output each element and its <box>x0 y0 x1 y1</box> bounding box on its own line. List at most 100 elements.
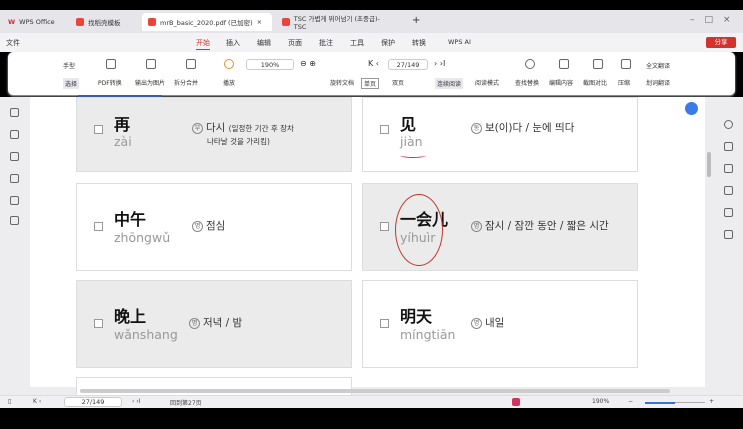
zoom-out-button[interactable]: − <box>628 398 633 405</box>
assistant-icon[interactable] <box>685 102 698 115</box>
share-button[interactable]: 分享 <box>706 37 736 48</box>
export-image-button[interactable]: 输出为图片 <box>135 78 165 87</box>
file-menu[interactable]: 文件 <box>6 38 20 48</box>
toolbar: 手型 选择 PDF转换 输出为图片 拆分合并 播放 190% ⊖ ⊕ 旋转文档 … <box>8 52 735 95</box>
vocab-card: 晚上 wǎnshang 명 저녁 / 밤 <box>76 280 352 368</box>
transform-icon[interactable] <box>724 208 733 217</box>
menu-protect[interactable]: 保护 <box>381 38 395 48</box>
zoom-out-icon[interactable]: ⊖ ⊕ <box>300 59 316 68</box>
double-page-button[interactable]: 双页 <box>392 78 404 87</box>
split-merge-button[interactable]: 拆分合并 <box>174 78 198 87</box>
checkbox[interactable] <box>94 125 103 134</box>
horizontal-scrollbar[interactable] <box>80 389 670 393</box>
page-input[interactable]: 27/149 <box>64 397 122 407</box>
zoom-select[interactable]: 190% <box>246 59 294 70</box>
edit-content-button[interactable]: 编辑内容 <box>549 78 573 87</box>
zoom-in-button[interactable]: + <box>709 398 714 405</box>
attachment-icon[interactable] <box>10 174 19 183</box>
menu-bar: 文件 开始 插入 编辑 页面 批注 工具 保护 转换 WPS AI 分享 <box>0 33 743 52</box>
wps-ai-button[interactable]: WPS AI <box>448 38 471 46</box>
tab-bar: W WPS Office 找稻壳模板 mrB_basic_2020.pdf (已加… <box>0 10 743 33</box>
first-page-icon[interactable]: K ‹ <box>33 398 41 405</box>
checkbox[interactable] <box>94 319 103 328</box>
menu-annotate[interactable]: 批注 <box>319 38 333 48</box>
compare-button[interactable]: 截图对比 <box>583 78 607 87</box>
new-tab-button[interactable]: + <box>412 15 420 26</box>
menu-edit[interactable]: 编辑 <box>257 38 271 48</box>
annotation-circle <box>395 194 443 266</box>
thumbnail-icon[interactable] <box>10 130 19 139</box>
checkbox[interactable] <box>94 222 103 231</box>
status-bar: ▯ K ‹ 27/149 › ›I 回到第27页 190% − + <box>0 395 743 408</box>
annotation-underline <box>400 153 426 158</box>
menu-home[interactable]: 开始 <box>196 38 210 50</box>
find-replace-button[interactable]: 查找替换 <box>515 78 539 87</box>
menu-insert[interactable]: 插入 <box>226 38 240 48</box>
meaning: 명 내일 <box>471 317 504 330</box>
play-icon[interactable] <box>512 398 520 406</box>
tab-pdf[interactable]: mrB_basic_2020.pdf (已加密) × <box>142 13 272 31</box>
menu-page[interactable]: 页面 <box>288 38 302 48</box>
checkbox[interactable] <box>380 125 389 134</box>
menu-tools[interactable]: 工具 <box>350 38 364 48</box>
layers-icon[interactable] <box>10 216 19 225</box>
pdf-convert-icon <box>106 59 116 69</box>
window-controls[interactable]: –□× <box>690 15 741 25</box>
compare-icon <box>593 59 603 69</box>
compress-button[interactable]: 压缩 <box>618 78 630 87</box>
meaning: 명 저녁 / 밤 <box>189 317 242 330</box>
split-merge-icon <box>186 59 196 69</box>
bookmark-icon[interactable] <box>10 108 19 117</box>
menu-convert[interactable]: 转换 <box>412 38 426 48</box>
vertical-scrollbar[interactable] <box>707 152 711 177</box>
checkbox[interactable] <box>380 319 389 328</box>
properties-icon[interactable] <box>724 142 733 151</box>
rotate-button[interactable]: 旋转文档 <box>330 78 354 87</box>
hand-tool[interactable]: 手型 <box>63 61 75 70</box>
search-icon[interactable] <box>724 120 733 129</box>
meaning: 부 다시 (일정한 기간 후 장차 나타날 것을 가리킴) <box>192 122 294 148</box>
export-image-icon <box>146 59 156 69</box>
vocab-card <box>76 377 352 397</box>
comment-icon[interactable] <box>10 152 19 161</box>
prev-page-icon[interactable]: K ‹ <box>368 59 379 68</box>
checkbox[interactable] <box>380 222 389 231</box>
tab-template[interactable]: 找稻壳模板 <box>70 13 127 31</box>
zoom-slider[interactable] <box>645 402 705 404</box>
doc-icon <box>76 18 84 26</box>
word-translate-button[interactable]: 划词翻译 <box>646 78 670 87</box>
search-icon <box>525 59 535 69</box>
vocab-card: 再 zài 부 다시 (일정한 기간 후 장차 나타날 것을 가리킴) <box>76 97 352 172</box>
next-page-icon[interactable]: › ›I <box>434 59 445 68</box>
vocab-card: 见 jiàn 동 보(이)다 / 눈에 띄다 <box>362 97 638 172</box>
play-button[interactable]: 播放 <box>223 78 235 87</box>
compress-icon <box>621 59 631 69</box>
vocab-card: 中午 zhōngwǔ 명 점심 <box>76 183 352 271</box>
pdf-page: 再 zài 부 다시 (일정한 기간 후 장차 나타날 것을 가리킴) 见 jiàn… <box>30 95 711 397</box>
pdf-icon <box>282 18 290 26</box>
vocab-card: 一会儿 yíhuìr 명 잠시 / 잠깐 동안 / 짧은 시간 <box>362 183 638 271</box>
wps-logo-icon: W <box>8 18 16 26</box>
tab-wps-office[interactable]: W WPS Office <box>2 13 61 31</box>
meaning: 명 점심 <box>192 220 225 233</box>
meaning: 동 보(이)다 / 눈에 띄다 <box>471 122 574 135</box>
goto-page-link[interactable]: 回到第27页 <box>170 398 202 407</box>
page-input[interactable]: 27/149 <box>388 59 428 70</box>
continuous-read-button[interactable]: 连续阅读 <box>435 78 464 89</box>
tab-tsc[interactable]: TSC 가볍게 뛰어넘기 (초중급)-TSC <box>276 13 396 31</box>
select-tool[interactable]: 选择 <box>63 78 80 89</box>
book-icon[interactable] <box>724 186 733 195</box>
adjust-icon[interactable] <box>724 164 733 173</box>
next-page-icon[interactable]: › ›I <box>132 398 140 405</box>
close-icon[interactable]: × <box>257 18 262 26</box>
full-translate-button[interactable]: 全文翻译 <box>646 61 670 70</box>
more-icon[interactable] <box>724 230 733 239</box>
play-icon <box>224 59 234 69</box>
signature-icon[interactable] <box>10 196 19 205</box>
single-page-button[interactable]: 单页 <box>361 78 380 89</box>
edit-content-icon <box>559 59 569 69</box>
read-mode-button[interactable]: 阅读模式 <box>475 78 499 87</box>
sidebar-toggle-icon[interactable]: ▯ <box>8 398 11 405</box>
zoom-level[interactable]: 190% <box>592 398 609 405</box>
pdf-convert-button[interactable]: PDF转换 <box>98 78 122 87</box>
